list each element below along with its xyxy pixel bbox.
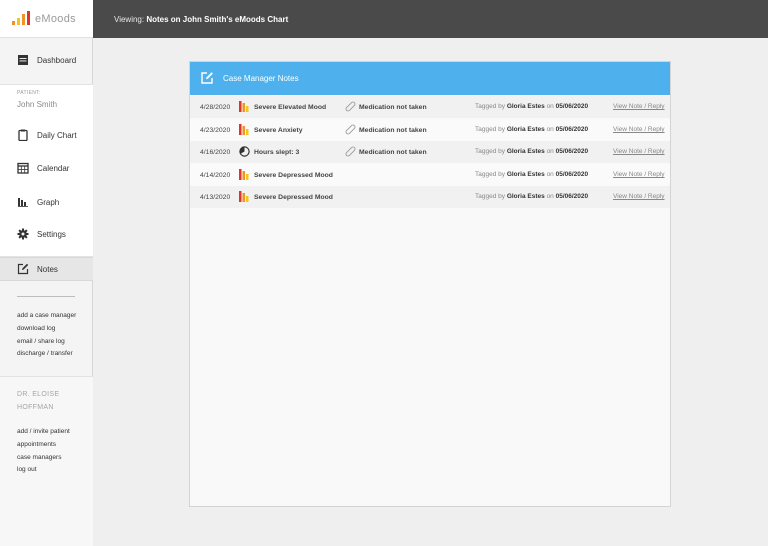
viewing-prefix: Viewing: xyxy=(114,15,145,24)
log-out-link[interactable]: log out xyxy=(17,464,70,477)
calendar-icon xyxy=(17,162,29,174)
note-date: 4/23/2020 xyxy=(200,127,231,134)
sidebar-divider xyxy=(17,296,75,297)
view-note-reply-link[interactable]: View Note / Reply xyxy=(613,103,665,110)
clipboard-icon xyxy=(18,129,28,141)
tagged-info: Tagged by Gloria Estes on 05/06/2020 xyxy=(475,171,589,178)
tagged-info: Tagged by Gloria Estes on 05/06/2020 xyxy=(475,103,589,110)
top-header: Viewing: Notes on John Smith's eMoods Ch… xyxy=(93,0,768,38)
appointments-link[interactable]: appointments xyxy=(17,439,70,452)
table-row: 4/14/2020 Severe Depressed Mood Tagged b… xyxy=(190,164,670,186)
case-managers-link[interactable]: case managers xyxy=(17,452,70,465)
patient-links: add a case manager download log email / … xyxy=(17,310,76,361)
add-invite-patient-link[interactable]: add / invite patient xyxy=(17,426,70,439)
mood-text: Severe Depressed Mood xyxy=(254,194,333,201)
note-date: 4/28/2020 xyxy=(200,104,231,111)
pill-icon xyxy=(345,146,356,157)
viewing-title: Notes on John Smith's eMoods Chart xyxy=(146,15,289,24)
mood-text: Severe Anxiety xyxy=(254,127,303,134)
mood-bars-icon xyxy=(239,191,249,202)
sidebar-item-settings[interactable]: Settings xyxy=(0,222,93,246)
edit-note-icon xyxy=(201,72,213,84)
pill-icon xyxy=(345,124,356,135)
add-case-manager-link[interactable]: add a case manager xyxy=(17,310,76,323)
sidebar-item-label: Graph xyxy=(37,197,60,207)
edit-note-icon xyxy=(17,263,29,275)
bar-graph-icon xyxy=(18,198,28,207)
doctor-name: DR. ELOISE HOFFMAN xyxy=(17,391,60,411)
gear-icon xyxy=(17,228,29,240)
download-log-link[interactable]: download log xyxy=(17,323,76,336)
view-note-reply-link[interactable]: View Note / Reply xyxy=(613,171,665,178)
medication-text: Medication not taken xyxy=(359,104,427,111)
doctor-links: add / invite patient appointments case m… xyxy=(17,426,70,477)
app-logo[interactable]: eMoods xyxy=(0,0,93,38)
note-date: 4/16/2020 xyxy=(200,149,231,156)
sidebar-item-daily-chart[interactable]: Daily Chart xyxy=(0,123,93,147)
pill-icon xyxy=(345,101,356,112)
table-row: 4/23/2020 Severe Anxiety Medication not … xyxy=(190,119,670,141)
note-date: 4/14/2020 xyxy=(200,172,231,179)
patient-name: John Smith xyxy=(17,100,58,109)
patient-caption: PATIENT: xyxy=(17,90,41,96)
mood-bars-icon xyxy=(239,169,249,180)
sidebar-item-label: Settings xyxy=(37,229,66,239)
sidebar-item-notes[interactable]: Notes xyxy=(0,257,93,281)
table-row: 4/13/2020 Severe Depressed Mood Tagged b… xyxy=(190,186,670,208)
sidebar-item-label: Dashboard xyxy=(37,55,77,65)
sidebar-item-calendar[interactable]: Calendar xyxy=(0,156,93,180)
page-title: Viewing: Notes on John Smith's eMoods Ch… xyxy=(114,15,288,24)
discharge-transfer-link[interactable]: discharge / transfer xyxy=(17,348,76,361)
mood-bars-icon xyxy=(239,101,249,112)
view-note-reply-link[interactable]: View Note / Reply xyxy=(613,148,665,155)
table-row: 4/28/2020 Severe Elevated Mood Medicatio… xyxy=(190,96,670,118)
sidebar-item-label: Calendar xyxy=(37,163,70,173)
sidebar-item-dashboard[interactable]: Dashboard xyxy=(0,48,93,72)
panel-header: Case Manager Notes xyxy=(190,62,670,95)
sidebar: eMoods Dashboard PATIENT: John Smith Dai… xyxy=(0,0,93,546)
table-row: 4/16/2020 Hours slept: 3 Medication not … xyxy=(190,141,670,163)
tagged-info: Tagged by Gloria Estes on 05/06/2020 xyxy=(475,193,589,200)
mood-text: Hours slept: 3 xyxy=(254,149,300,156)
mood-text: Severe Elevated Mood xyxy=(254,104,327,111)
view-note-reply-link[interactable]: View Note / Reply xyxy=(613,126,665,133)
mood-text: Severe Depressed Mood xyxy=(254,172,333,179)
emoods-logo-icon xyxy=(12,11,30,25)
panel-title: Case Manager Notes xyxy=(223,74,299,83)
tagged-info: Tagged by Gloria Estes on 05/06/2020 xyxy=(475,126,589,133)
dashboard-icon xyxy=(18,55,28,65)
medication-text: Medication not taken xyxy=(359,149,427,156)
medication-text: Medication not taken xyxy=(359,127,427,134)
case-manager-notes-panel: Case Manager Notes 4/28/2020 Severe Elev… xyxy=(189,61,671,507)
view-note-reply-link[interactable]: View Note / Reply xyxy=(613,193,665,200)
mood-bars-icon xyxy=(239,124,249,135)
sidebar-item-label: Daily Chart xyxy=(37,130,77,140)
tagged-info: Tagged by Gloria Estes on 05/06/2020 xyxy=(475,148,589,155)
note-date: 4/13/2020 xyxy=(200,194,231,201)
sleep-clock-icon xyxy=(239,146,250,157)
email-share-log-link[interactable]: email / share log xyxy=(17,336,76,349)
sidebar-item-label: Notes xyxy=(37,264,58,274)
app-logo-text: eMoods xyxy=(35,13,76,25)
sidebar-item-graph[interactable]: Graph xyxy=(0,190,93,214)
